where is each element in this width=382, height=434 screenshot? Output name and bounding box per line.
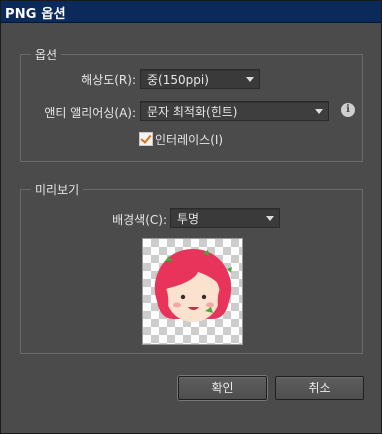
chevron-down-icon xyxy=(261,209,279,227)
title-bar[interactable]: PNG 옵션 xyxy=(1,1,381,23)
antialias-select[interactable]: 문자 최적화(힌트) xyxy=(140,101,329,121)
checkmark-icon xyxy=(140,132,152,144)
character-illustration xyxy=(154,249,232,322)
cancel-button[interactable]: 취소 xyxy=(275,376,364,400)
resolution-label: 해상도(R): xyxy=(81,73,136,87)
chevron-down-icon xyxy=(310,102,328,120)
antialias-value: 문자 최적화(힌트) xyxy=(147,105,238,119)
resolution-select[interactable]: 중(150ppi) xyxy=(140,69,260,89)
dialog-title: PNG 옵션 xyxy=(5,7,66,22)
antialias-label: 앤티 앨리어싱(A): xyxy=(44,106,136,120)
info-icon[interactable]: i xyxy=(341,103,355,117)
chevron-down-icon xyxy=(241,70,259,88)
background-select[interactable]: 투명 xyxy=(170,208,280,228)
options-legend: 옵션 xyxy=(31,46,62,63)
ok-button[interactable]: 확인 xyxy=(178,376,267,400)
resolution-value: 중(150ppi) xyxy=(147,73,209,87)
preview-legend: 미리보기 xyxy=(31,181,84,198)
interlace-label[interactable]: 인터레이스(I) xyxy=(155,131,223,148)
background-label: 배경색(C): xyxy=(112,213,167,227)
png-options-dialog: PNG 옵션 옵션 해상도(R): 중(150ppi) 앤티 앨리어싱(A): … xyxy=(0,0,382,434)
background-value: 투명 xyxy=(177,212,200,226)
preview-image xyxy=(142,238,243,345)
interlace-checkbox[interactable] xyxy=(139,132,153,146)
